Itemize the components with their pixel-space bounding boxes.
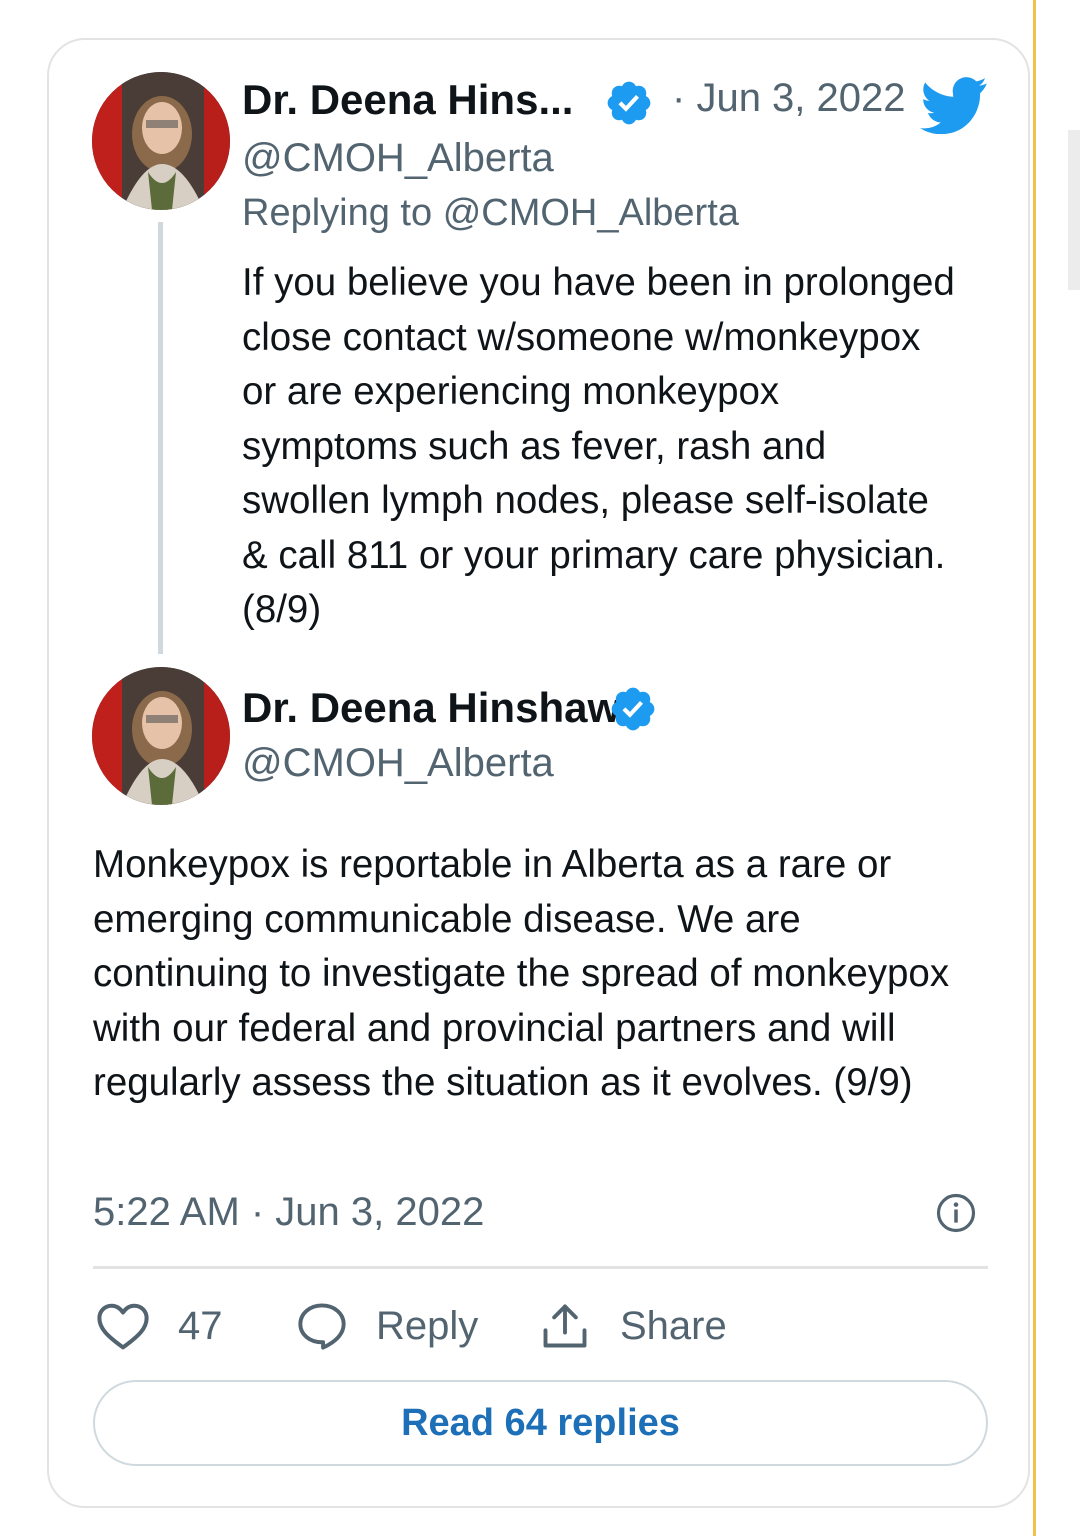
author-handle[interactable]: @CMOH_Alberta (242, 741, 554, 786)
divider (93, 1266, 988, 1269)
reply-label: Reply (376, 1303, 479, 1348)
tweet-text: Monkeypox is reportable in Alberta as a … (93, 843, 950, 1104)
right-edge-accent (1033, 0, 1036, 1536)
tweet-text: If you believe you have been in prolonge… (242, 261, 955, 631)
replying-mention-link[interactable]: @CMOH_Alberta (443, 192, 739, 234)
like-count: 47 (178, 1303, 223, 1348)
thread-connector (158, 222, 163, 654)
heart-icon (97, 1303, 149, 1350)
twitter-bird-icon[interactable] (920, 76, 988, 134)
separator: · (672, 76, 686, 120)
date-text: Jun 3, 2022 (696, 76, 906, 120)
read-replies-button[interactable]: Read 64 replies (93, 1380, 988, 1466)
tweet-date[interactable]: · Jun 3, 2022 (672, 76, 906, 121)
avatar[interactable] (92, 667, 230, 805)
verified-badge-icon (607, 81, 651, 125)
author-handle[interactable]: @CMOH_Alberta (242, 136, 554, 181)
tweet-timestamp[interactable]: 5:22 AM · Jun 3, 2022 (93, 1190, 484, 1235)
replying-to: Replying to @CMOH_Alberta (242, 192, 739, 235)
share-label: Share (620, 1303, 727, 1348)
author-name[interactable]: Dr. Deena Hinshaw (242, 684, 620, 732)
scrollbar[interactable] (1068, 130, 1080, 290)
share-upload-icon (543, 1304, 587, 1348)
avatar[interactable] (92, 72, 230, 210)
verified-badge-icon (611, 687, 655, 731)
info-icon[interactable] (935, 1192, 977, 1234)
speech-bubble-icon (298, 1303, 346, 1350)
author-name[interactable]: Dr. Deena Hins... (242, 76, 573, 124)
reply-button[interactable]: Reply (296, 1298, 478, 1354)
replying-prefix: Replying to (242, 192, 433, 234)
share-button[interactable]: Share (538, 1298, 727, 1354)
like-button[interactable]: 47 (96, 1298, 223, 1354)
